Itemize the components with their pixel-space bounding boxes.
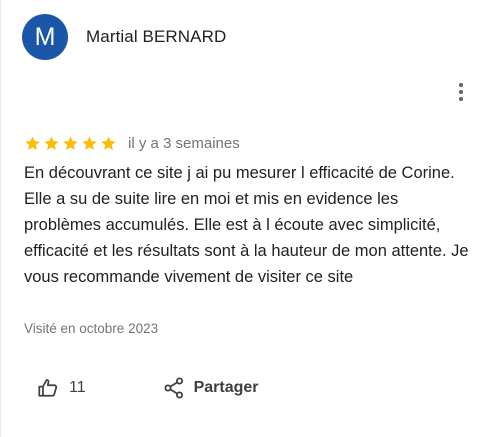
- left-divider: [0, 0, 1, 437]
- star-icon: [101, 136, 116, 150]
- review-actions: 11 Partager: [37, 377, 259, 399]
- author-name[interactable]: Martial BERNARD: [86, 27, 226, 47]
- more-options-button[interactable]: [449, 80, 473, 104]
- like-count: 11: [69, 379, 86, 396]
- review-date: il y a 3 semaines: [128, 134, 240, 152]
- share-icon: [164, 377, 183, 399]
- rating-row: il y a 3 semaines: [24, 133, 240, 153]
- star-icon: [25, 136, 40, 150]
- like-button[interactable]: 11: [37, 377, 86, 399]
- avatar[interactable]: M: [22, 14, 68, 60]
- star-icon: [63, 136, 78, 150]
- visit-date: Visité en octobre 2023: [24, 321, 159, 336]
- review-card: M Martial BERNARD il y a 3 semaines En d…: [0, 0, 488, 437]
- thumb-up-icon: [38, 379, 58, 397]
- share-button[interactable]: Partager: [164, 377, 259, 399]
- review-text: En découvrant ce site j ai pu mesurer l …: [24, 164, 469, 286]
- more-vert-icon: [459, 83, 463, 101]
- star-rating: [24, 135, 117, 152]
- star-icon: [82, 136, 97, 150]
- share-label: Partager: [193, 379, 259, 396]
- star-icon: [44, 136, 59, 150]
